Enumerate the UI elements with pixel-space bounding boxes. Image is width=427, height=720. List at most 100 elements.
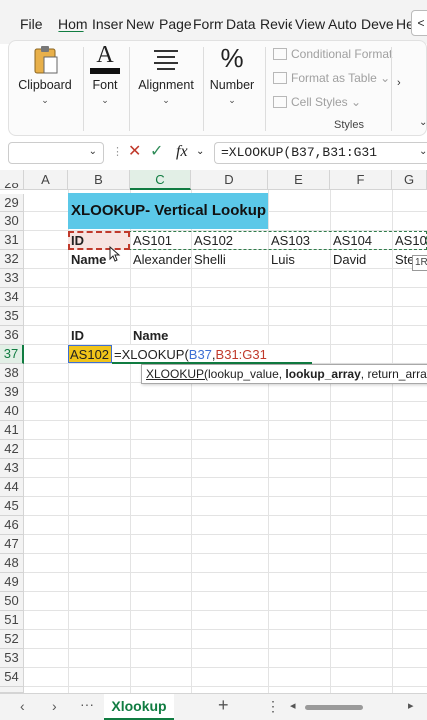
ribbon-tabs-more-button[interactable]: <: [411, 10, 427, 36]
chevron-down-icon[interactable]: ⌄: [89, 146, 97, 157]
formula-input[interactable]: =XLOOKUP(B37,B31:G31: [214, 142, 427, 164]
row-header-42[interactable]: 42: [0, 440, 24, 459]
row-header-47[interactable]: 47: [0, 535, 24, 554]
column-header-c[interactable]: C: [130, 170, 191, 190]
column-header-d[interactable]: D: [191, 170, 268, 190]
row-header-54[interactable]: 54: [0, 668, 24, 687]
conditional-formatting-button[interactable]: Conditional Format: [273, 47, 392, 61]
row-header-28[interactable]: 28: [0, 183, 24, 190]
gridline: [24, 287, 427, 288]
row-header-50[interactable]: 50: [0, 592, 24, 611]
row-header-38[interactable]: 38: [0, 364, 24, 383]
row-header-53[interactable]: 53: [0, 649, 24, 668]
tab-review[interactable]: Revie: [260, 16, 292, 32]
tab-formulas[interactable]: Form: [193, 16, 223, 32]
tab-home[interactable]: Hom: [58, 16, 88, 32]
chevron-down-icon[interactable]: ⌄: [196, 142, 204, 162]
row-header-32[interactable]: 32: [0, 250, 24, 269]
row-header-30[interactable]: 30: [0, 212, 24, 231]
font-group[interactable]: A Font ⌄: [85, 41, 125, 137]
tab-page[interactable]: Page: [159, 16, 191, 32]
cell-b37[interactable]: AS102: [68, 345, 112, 363]
column-header-g[interactable]: G: [392, 170, 427, 190]
cell-b36[interactable]: ID: [69, 326, 129, 345]
cell-d31[interactable]: AS102: [192, 231, 268, 250]
tab-view[interactable]: View: [295, 16, 325, 32]
sheet-options-icon[interactable]: ⋮: [266, 698, 280, 715]
row-header-33[interactable]: 33: [0, 269, 24, 288]
scroll-right-icon[interactable]: ▸: [408, 699, 414, 712]
sheet-tab-xlookup[interactable]: Xlookup: [104, 694, 174, 720]
mouse-pointer-icon: [109, 246, 121, 262]
column-header-f[interactable]: F: [330, 170, 392, 190]
column-header-a[interactable]: A: [24, 170, 68, 190]
tab-help[interactable]: He: [396, 16, 412, 32]
cell-e32[interactable]: Luis: [269, 250, 330, 269]
name-box[interactable]: ⌄: [8, 142, 104, 164]
row-header-46[interactable]: 46: [0, 516, 24, 535]
ribbon-divider: [265, 47, 266, 131]
tab-insert[interactable]: Inser: [92, 16, 124, 32]
cell-g31[interactable]: AS105: [393, 231, 427, 250]
format-as-table-button[interactable]: Format as Table ⌄: [273, 71, 390, 85]
ribbon-divider: [129, 47, 130, 131]
cell-c31[interactable]: AS101: [131, 231, 191, 250]
row-header-34[interactable]: 34: [0, 288, 24, 307]
row-header-36[interactable]: 36: [0, 326, 24, 345]
worksheet-grid[interactable]: A B C D E F G 28 29 30 31 32 33 34 35 36…: [0, 170, 427, 693]
clipboard-group[interactable]: Clipboard ⌄: [9, 41, 81, 137]
row-header-40[interactable]: 40: [0, 402, 24, 421]
row-header-52[interactable]: 52: [0, 630, 24, 649]
column-header-b[interactable]: B: [68, 170, 130, 190]
cancel-icon[interactable]: ✕: [128, 142, 141, 162]
tab-new[interactable]: New: [126, 16, 156, 32]
insert-function-icon[interactable]: fx: [176, 142, 188, 162]
cell-e31[interactable]: AS103: [269, 231, 330, 250]
cell-f32[interactable]: David: [331, 250, 392, 269]
row-header-39[interactable]: 39: [0, 383, 24, 402]
more-options-icon: ⋮: [112, 146, 123, 158]
cell-f31[interactable]: AS104: [331, 231, 392, 250]
tab-automate[interactable]: Auto: [328, 16, 358, 32]
add-sheet-icon[interactable]: +: [218, 695, 229, 716]
alignment-group[interactable]: Alignment ⌄: [133, 41, 199, 137]
function-argument-tooltip[interactable]: XLOOKUP(lookup_value, lookup_array, retu…: [141, 364, 427, 384]
alignment-label: Alignment: [138, 78, 194, 92]
more-sheets-icon[interactable]: ···: [80, 696, 94, 712]
enter-check-icon[interactable]: ✓: [150, 142, 163, 162]
expand-formula-bar-icon[interactable]: ⌄: [419, 146, 427, 157]
row-header-35[interactable]: 35: [0, 307, 24, 326]
tab-developer[interactable]: Deve: [361, 16, 393, 32]
tab-data[interactable]: Data: [226, 16, 258, 32]
row-header-31[interactable]: 31: [0, 231, 24, 250]
horizontal-scrollbar-thumb[interactable]: [305, 705, 363, 710]
row-header-37[interactable]: 37: [0, 345, 24, 364]
row-header-49[interactable]: 49: [0, 573, 24, 592]
row-header-45[interactable]: 45: [0, 497, 24, 516]
previous-sheet-icon[interactable]: ‹: [20, 698, 25, 714]
row-header-44[interactable]: 44: [0, 478, 24, 497]
row-header-43[interactable]: 43: [0, 459, 24, 478]
number-label: Number: [209, 78, 255, 92]
row-header-29[interactable]: 29: [0, 194, 24, 212]
gridline: [24, 610, 427, 611]
collapse-ribbon-icon[interactable]: ⌄: [419, 117, 427, 128]
row-header-51[interactable]: 51: [0, 611, 24, 630]
sheet-title-cell[interactable]: XLOOKUP- Vertical Lookup: [68, 193, 268, 229]
row-header-41[interactable]: 41: [0, 421, 24, 440]
column-header-e[interactable]: E: [268, 170, 330, 190]
gridline: [24, 401, 427, 402]
cell-g32[interactable]: Ste: [393, 250, 413, 269]
ribbon-scroll-right-icon[interactable]: ›: [397, 77, 401, 89]
tab-file[interactable]: File: [20, 16, 44, 32]
chevron-down-icon: ⌄: [41, 95, 49, 105]
cell-c32[interactable]: Alexander: [131, 250, 191, 269]
cell-d32[interactable]: Shelli: [192, 250, 268, 269]
cell-c36[interactable]: Name: [131, 326, 191, 345]
number-group[interactable]: % Number ⌄: [205, 41, 259, 137]
cell-styles-button[interactable]: Cell Styles ⌄: [273, 95, 361, 109]
cell-c37-formula-editor[interactable]: =XLOOKUP(B37,B31:G31: [112, 345, 312, 364]
row-header-48[interactable]: 48: [0, 554, 24, 573]
scroll-left-icon[interactable]: ◂: [290, 699, 296, 712]
next-sheet-icon[interactable]: ›: [52, 698, 57, 714]
